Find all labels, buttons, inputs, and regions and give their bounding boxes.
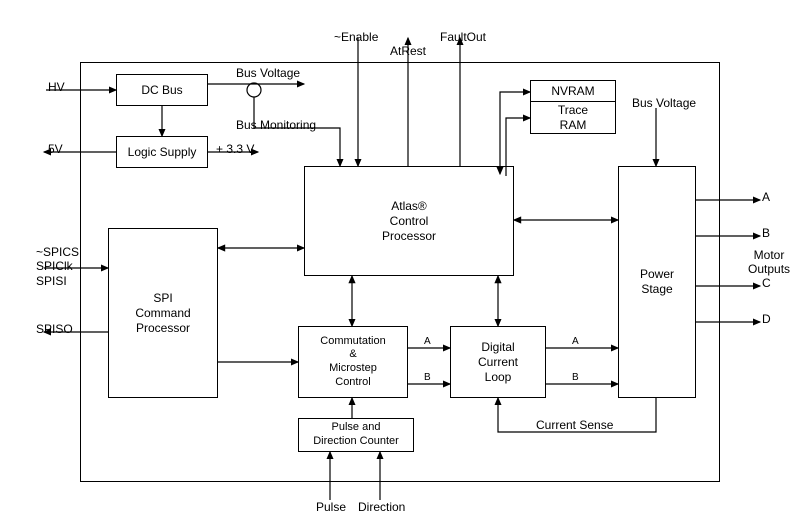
label-spiso: SPISO bbox=[36, 322, 73, 336]
block-digital-current-loop: Digital Current Loop bbox=[450, 326, 546, 398]
label-spi-in: ~SPICS SPIClk SPISI bbox=[36, 245, 79, 288]
block-dc-bus: DC Bus bbox=[116, 74, 208, 106]
label-bus-voltage: Bus Voltage bbox=[236, 66, 300, 80]
block-power-stage: Power Stage bbox=[618, 166, 696, 398]
block-spi-command-processor: SPI Command Processor bbox=[108, 228, 218, 398]
label-motor-outputs: Motor Outputs bbox=[748, 248, 790, 277]
label-phase-b: B bbox=[762, 226, 770, 240]
label-hv: HV bbox=[48, 80, 65, 94]
block-diagram: DC Bus Logic Supply SPI Command Processo… bbox=[0, 0, 800, 532]
label-enable: ~Enable bbox=[334, 30, 378, 44]
label-atrest: AtRest bbox=[390, 44, 426, 58]
label-phase-d: D bbox=[762, 312, 771, 326]
label-dcl-b: B bbox=[572, 372, 579, 384]
block-pulse-direction-counter: Pulse and Direction Counter bbox=[298, 418, 414, 452]
label-faultout: FaultOut bbox=[440, 30, 486, 44]
label-direction: Direction bbox=[358, 500, 405, 514]
label-pulse: Pulse bbox=[316, 500, 346, 514]
block-atlas-control-processor: Atlas® Control Processor bbox=[304, 166, 514, 276]
label-comm-a: A bbox=[424, 336, 431, 348]
label-5v: 5V bbox=[48, 142, 63, 156]
label-current-sense: Current Sense bbox=[536, 418, 613, 432]
label-dcl-a: A bbox=[572, 336, 579, 348]
block-nvram: NVRAM bbox=[530, 80, 616, 102]
block-logic-supply: Logic Supply bbox=[116, 136, 208, 168]
label-3v3: + 3.3 V bbox=[216, 142, 254, 156]
label-bus-voltage-2: Bus Voltage bbox=[632, 96, 696, 110]
block-trace-ram: Trace RAM bbox=[530, 102, 616, 134]
label-phase-c: C bbox=[762, 276, 771, 290]
block-commutation-microstep: Commutation & Microstep Control bbox=[298, 326, 408, 398]
label-phase-a: A bbox=[762, 190, 770, 204]
label-bus-monitoring: Bus Monitoring bbox=[236, 118, 316, 132]
label-comm-b: B bbox=[424, 372, 431, 384]
